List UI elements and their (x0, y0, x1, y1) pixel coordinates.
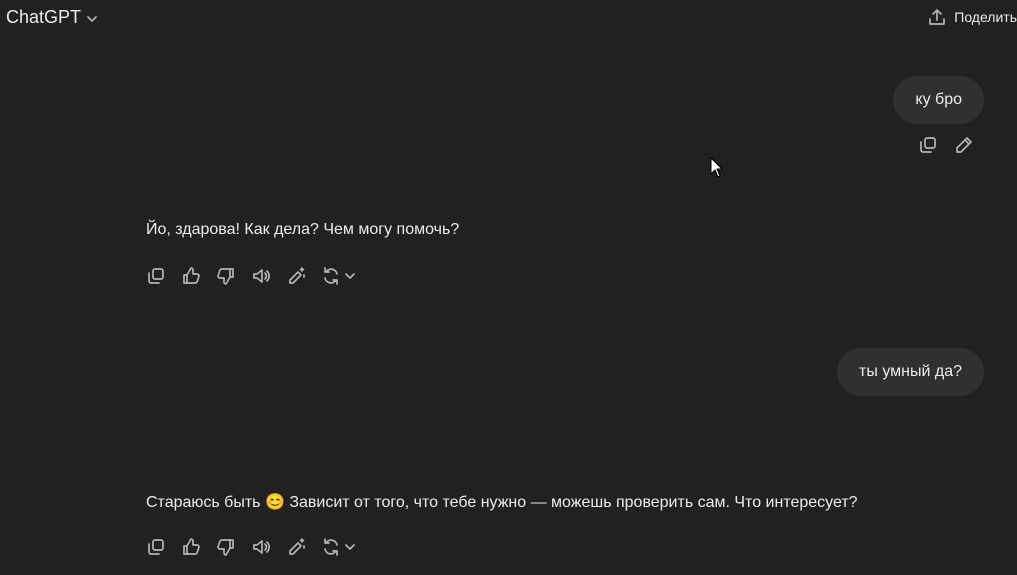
thumbs-down-icon (217, 268, 234, 285)
dislike-button[interactable] (215, 536, 237, 558)
edit-button[interactable] (953, 134, 975, 156)
copy-icon (148, 539, 164, 555)
pencil-icon (956, 137, 972, 153)
read-aloud-button[interactable] (250, 536, 272, 558)
copy-button[interactable] (145, 265, 167, 287)
canvas-edit-button[interactable] (285, 536, 307, 558)
user-message: ты умный да? (837, 348, 984, 396)
user-message: ку бро (893, 76, 984, 124)
share-label: Поделить (954, 9, 1017, 25)
assistant-message-actions (145, 265, 357, 287)
model-selector[interactable]: ChatGPT (6, 7, 99, 28)
top-bar: ChatGPT Поделить (0, 0, 1017, 38)
magic-pencil-icon (289, 267, 305, 284)
upload-icon (929, 9, 946, 25)
assistant-message: Йо, здарова! Как дела? Чем могу помочь? (146, 221, 460, 238)
copy-icon (148, 268, 164, 284)
chevron-down-icon (345, 273, 355, 279)
user-message-text: ты умный да? (859, 363, 962, 380)
user-message-actions (917, 134, 975, 156)
regenerate-icon-wrap (320, 536, 342, 558)
copy-icon (920, 137, 936, 153)
refresh-icon (324, 538, 338, 556)
user-message-text: ку бро (915, 91, 962, 108)
speaker-icon (253, 540, 270, 554)
copy-button[interactable] (145, 536, 167, 558)
assistant-message-actions (145, 536, 357, 558)
magic-pencil-icon (289, 538, 305, 555)
refresh-icon (324, 267, 338, 285)
thumbs-up-icon (183, 538, 200, 555)
model-name: ChatGPT (6, 7, 82, 27)
regenerate-button[interactable] (320, 265, 357, 287)
speaker-icon (253, 269, 270, 283)
copy-button[interactable] (917, 134, 939, 156)
thumbs-down-icon (217, 539, 234, 556)
thumbs-up-icon (183, 267, 200, 284)
chevron-down-icon (345, 544, 355, 550)
dislike-button[interactable] (215, 265, 237, 287)
like-button[interactable] (180, 536, 202, 558)
canvas-edit-button[interactable] (285, 265, 307, 287)
like-button[interactable] (180, 265, 202, 287)
regenerate-button[interactable] (320, 536, 357, 558)
assistant-message: Стараюсь быть 😊 Зависит от того, что теб… (146, 494, 858, 511)
mouse-cursor-icon (710, 157, 723, 178)
read-aloud-button[interactable] (250, 265, 272, 287)
chevron-down-icon (87, 15, 97, 22)
share-button[interactable]: Поделить (928, 8, 1017, 26)
regenerate-icon-wrap (320, 265, 342, 287)
